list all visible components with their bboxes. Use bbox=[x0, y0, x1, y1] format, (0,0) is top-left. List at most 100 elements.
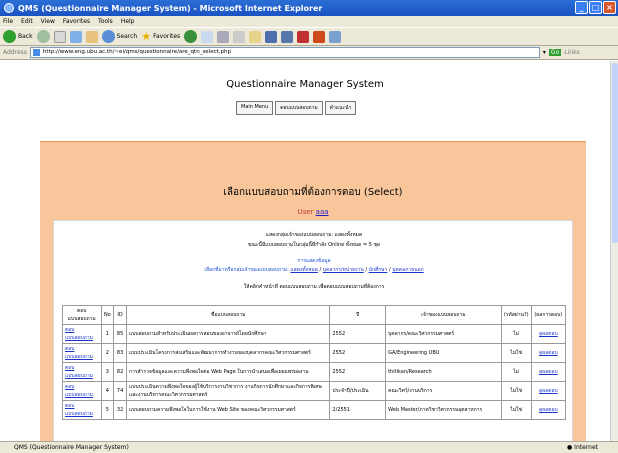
edit-icon[interactable] bbox=[233, 30, 246, 43]
menu-view[interactable]: View bbox=[41, 18, 55, 25]
window-titlebar[interactable]: QMS (Questionnaire Manager System) - Mic… bbox=[0, 0, 618, 16]
menu-tools[interactable]: Tools bbox=[98, 18, 113, 25]
list-container: แสดงกลุ่มเจ้าของแบบสอบถาม: แสดงทั้งหมด ข… bbox=[53, 220, 573, 441]
menu-file[interactable]: File bbox=[3, 18, 13, 25]
nav-main-menu[interactable]: Main Menu bbox=[236, 101, 274, 115]
table-row: ตอบแบบสอบถาม 1 85 แบบสอบถามสำหรับประเมินผลก… bbox=[62, 324, 567, 344]
page-viewport: Questionnaire Manager System Main Menu ต… bbox=[0, 61, 610, 441]
minimize-button[interactable]: _ bbox=[575, 1, 588, 14]
answer-link[interactable]: ตอบแบบสอบถาม bbox=[62, 381, 102, 401]
row-number: 1 bbox=[100, 324, 115, 344]
password-required: ไม่ใช่ bbox=[500, 343, 532, 363]
research-icon[interactable] bbox=[281, 30, 294, 43]
tool-icon[interactable] bbox=[313, 30, 326, 43]
address-input[interactable]: http://www.eng.ubu.ac.th/~ei/qms/questio… bbox=[29, 47, 540, 58]
col-header: ชื่อแบบสอบถาม bbox=[126, 305, 331, 325]
answer-link[interactable]: ตอบแบบสอบถาม bbox=[62, 324, 102, 344]
content-panel: เลือกแบบสอบถามที่ต้องการตอบ (Select) Use… bbox=[40, 141, 586, 441]
user-name[interactable]: aaa bbox=[316, 208, 329, 216]
menu-help[interactable]: Help bbox=[121, 18, 135, 25]
col-header: (ผลการตอบ) bbox=[530, 305, 567, 325]
questionnaire-owner: Web Master/ภาควิชาวิศวกรรมอุตสาหการ bbox=[385, 400, 502, 420]
col-header: เจ้าของแบบสอบถาม bbox=[385, 305, 502, 325]
questionnaire-year: 2552 bbox=[329, 343, 387, 363]
row-number: 3 bbox=[100, 362, 115, 382]
search-icon bbox=[101, 30, 115, 43]
table-row: ตอบแบบสอบถาม 4 74 แบบประเมินความพึงพอใจของผ… bbox=[62, 381, 567, 401]
nav-help[interactable]: คำแนะนำ bbox=[324, 101, 357, 115]
close-button[interactable]: × bbox=[603, 1, 616, 14]
view-result-link[interactable]: ดูผลตอบ bbox=[530, 381, 567, 401]
filter-student-link[interactable]: นักศึกษา bbox=[369, 267, 388, 273]
questionnaire-owner: thitikan/Research bbox=[385, 362, 502, 382]
questionnaire-year: 2552 bbox=[329, 362, 387, 382]
row-number: 5 bbox=[100, 400, 115, 420]
row-id: 32 bbox=[113, 400, 128, 420]
menu-edit[interactable]: Edit bbox=[21, 18, 33, 25]
answer-link[interactable]: ตอบแบบสอบถาม bbox=[62, 362, 102, 382]
mail-icon[interactable] bbox=[201, 30, 214, 43]
col-header: (รหัสผ่าน?) bbox=[500, 305, 532, 325]
forward-arrow-icon[interactable] bbox=[36, 30, 50, 43]
browser-toolbar: Back Search ★ Favorites bbox=[0, 27, 618, 46]
row-id: 83 bbox=[113, 343, 128, 363]
row-id: 74 bbox=[113, 381, 128, 401]
questionnaire-year: 2552 bbox=[329, 324, 387, 344]
view-result-link[interactable]: ดูผลตอบ bbox=[530, 362, 567, 382]
filter-title: การแสดงข้อมูล bbox=[297, 258, 331, 264]
history-icon[interactable] bbox=[184, 30, 198, 43]
home-icon[interactable] bbox=[85, 30, 98, 43]
back-button[interactable]: Back bbox=[3, 30, 33, 43]
owner-group-info: แสดงกลุ่มเจ้าของแบบสอบถาม: แสดงทั้งหมด bbox=[265, 232, 363, 238]
questionnaire-name: การสำรวจข้อมูลและความพึงพอใจต่อ Web Page… bbox=[126, 362, 331, 382]
password-required: ไม่ bbox=[500, 362, 532, 382]
vertical-scrollbar[interactable] bbox=[610, 61, 618, 441]
menu-bar: File Edit View Favorites Tools Help bbox=[0, 16, 618, 27]
top-nav: Main Menu ตอบแบบสอบถาม คำแนะนำ bbox=[236, 101, 357, 115]
messenger-icon[interactable] bbox=[265, 30, 278, 43]
status-bar: QMS (Questionnaire Manager System) ● Int… bbox=[0, 441, 618, 453]
password-required: ไม่ใช่ bbox=[500, 381, 532, 401]
app-title: Questionnaire Manager System bbox=[226, 79, 384, 90]
view-result-link[interactable]: ดูผลตอบ bbox=[530, 324, 567, 344]
toolbar-extra-icon[interactable] bbox=[329, 30, 342, 43]
refresh-icon[interactable] bbox=[69, 30, 82, 43]
page-heading: เลือกแบบสอบถามที่ต้องการตอบ (Select) bbox=[223, 187, 403, 198]
nav-answer[interactable]: ตอบแบบสอบถาม bbox=[275, 101, 323, 115]
questionnaire-year: ประจำปี/ประเมิน bbox=[329, 381, 387, 401]
questionnaire-name: แบบสอบถามความพึงพอใจในการใช้งาน Web Site… bbox=[126, 400, 331, 420]
view-result-link[interactable]: ดูผลตอบ bbox=[530, 400, 567, 420]
filter-external-link[interactable]: บุคคลภายนอก bbox=[392, 267, 423, 273]
col-header: No bbox=[100, 305, 115, 325]
addon-icon[interactable] bbox=[297, 30, 310, 43]
menu-favorites[interactable]: Favorites bbox=[63, 18, 90, 25]
stop-icon[interactable] bbox=[53, 30, 66, 43]
address-label: Address bbox=[3, 49, 27, 56]
filter-staff-link[interactable]: บุคลากร/หน่วยงาน bbox=[323, 267, 364, 273]
view-result-link[interactable]: ดูผลตอบ bbox=[530, 343, 567, 363]
row-id: 82 bbox=[113, 362, 128, 382]
questionnaire-owner: คณะวิศว์/งานบริการ bbox=[385, 381, 502, 401]
internet-zone: ● Internet bbox=[567, 444, 598, 451]
links-label[interactable]: Links bbox=[564, 49, 579, 56]
go-button[interactable]: Go bbox=[548, 49, 562, 56]
user-line: User aaa bbox=[297, 208, 329, 216]
table-row: ตอบแบบสอบถาม 2 83 แบบประเมินโครงการส่งเสริม… bbox=[62, 343, 567, 363]
print-icon[interactable] bbox=[217, 30, 230, 43]
search-button[interactable]: Search bbox=[101, 30, 137, 43]
row-id: 85 bbox=[113, 324, 128, 344]
questionnaire-name: แบบประเมินความพึงพอใจของผู้ใช้บริการงานว… bbox=[126, 381, 331, 401]
favorites-button[interactable]: ★ Favorites bbox=[141, 30, 180, 43]
questionnaire-name: แบบประเมินโครงการส่งเสริมและพัฒนาการทำงา… bbox=[126, 343, 331, 363]
col-header: ปี bbox=[329, 305, 387, 325]
maximize-button[interactable]: □ bbox=[589, 1, 602, 14]
folder-icon[interactable] bbox=[249, 30, 262, 43]
questionnaire-year: 2/2551 bbox=[329, 400, 387, 420]
filter-all-link[interactable]: แสดงทั้งหมด bbox=[290, 267, 318, 273]
table-row: ตอบแบบสอบถาม 3 82 การสำรวจข้อมูลและความพึงพ… bbox=[62, 362, 567, 382]
password-required: ไม่ใช่ bbox=[500, 400, 532, 420]
answer-link[interactable]: ตอบแบบสอบถาม bbox=[62, 343, 102, 363]
answer-link[interactable]: ตอบแบบสอบถาม bbox=[62, 400, 102, 420]
instruction-text: ให้คลิกคำหน้าที่ ตอบแบบสอบถาม เพื่อตอบแบ… bbox=[243, 284, 385, 290]
address-dropdown-icon[interactable]: ▾ bbox=[543, 49, 546, 56]
